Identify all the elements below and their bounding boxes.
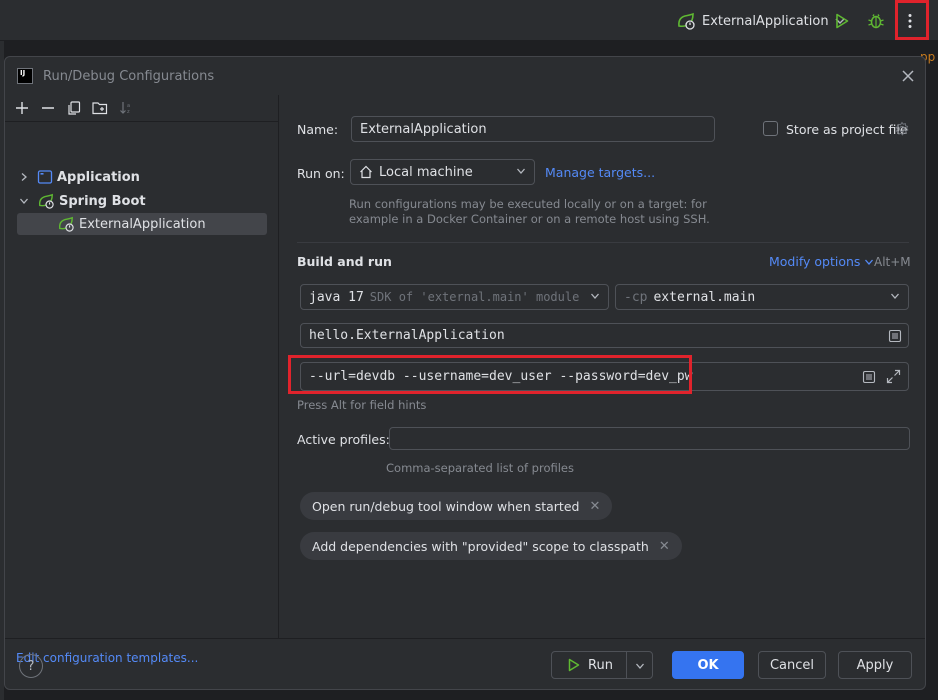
remove-option-icon[interactable]: ✕	[589, 499, 600, 514]
main-class-field[interactable]: hello.ExternalApplication	[300, 323, 909, 348]
background-editor-right	[926, 41, 938, 700]
active-profiles-field[interactable]	[389, 427, 910, 450]
browse-icon[interactable]	[888, 329, 902, 343]
add-configuration-button[interactable]	[11, 97, 33, 119]
run-config-name: ExternalApplication	[702, 13, 829, 29]
run-on-value: Local machine	[379, 164, 473, 180]
program-arguments-value: --url=devdb --username=dev_user --passwo…	[309, 369, 693, 384]
run-on-dropdown[interactable]: Local machine	[350, 159, 535, 185]
tree-item-spring-boot[interactable]: Spring Boot	[19, 190, 146, 212]
modify-options-shortcut: Alt+M	[874, 255, 911, 269]
browse-icon[interactable]	[862, 370, 876, 384]
play-icon	[836, 13, 849, 29]
dialog-title: Run/Debug Configurations	[43, 68, 215, 84]
spring-boot-icon	[678, 12, 695, 30]
chevron-down-icon	[865, 259, 874, 265]
name-field[interactable]: ExternalApplication	[351, 116, 715, 142]
dialog-footer: ? Run OK Cancel Apply	[5, 638, 925, 689]
run-on-hint: Run configurations may be executed local…	[349, 197, 710, 227]
jdk-dropdown[interactable]: java 17 SDK of 'external.main' module	[300, 284, 609, 310]
main-class-value: hello.ExternalApplication	[309, 328, 505, 343]
manage-targets-link[interactable]: Manage targets...	[545, 165, 655, 180]
dialog-title-bar: IJ Run/Debug Configurations	[5, 57, 925, 95]
option-tag-provided-scope[interactable]: Add dependencies with "provided" scope t…	[300, 532, 682, 560]
option-tag-label: Add dependencies with "provided" scope t…	[312, 538, 649, 554]
chevron-down-icon	[517, 168, 525, 174]
more-options-button[interactable]	[896, 7, 924, 35]
chevron-down-icon	[20, 198, 28, 204]
tree-toolbar: a z	[5, 95, 278, 122]
option-tag-label: Open run/debug tool window when started	[312, 498, 580, 514]
minus-icon	[42, 107, 54, 109]
build-and-run-title: Build and run	[297, 254, 392, 269]
tree-item-label: Spring Boot	[59, 193, 146, 209]
help-button[interactable]: ?	[19, 654, 43, 678]
jdk-hint: SDK of 'external.main' module	[369, 290, 580, 304]
intellij-logo-icon: IJ	[17, 68, 33, 84]
tree-item-external-application[interactable]: ExternalApplication	[57, 213, 206, 235]
plus-icon	[16, 102, 28, 114]
apply-button[interactable]: Apply	[838, 651, 912, 679]
split-divider	[626, 652, 627, 678]
run-debug-configurations-dialog: IJ Run/Debug Configurations a z Applicat…	[4, 56, 926, 690]
ide-toolbar: ExternalApplication	[0, 0, 938, 41]
tree-item-label: Application	[57, 169, 140, 185]
program-arguments-field[interactable]: --url=devdb --username=dev_user --passwo…	[300, 362, 909, 391]
spring-boot-icon	[58, 216, 74, 232]
sort-icon: a z	[120, 102, 130, 115]
name-label: Name:	[297, 122, 339, 137]
new-folder-button[interactable]	[89, 97, 111, 119]
bug-icon	[868, 14, 884, 29]
expand-icon[interactable]	[886, 369, 901, 384]
active-profiles-label: Active profiles:	[297, 432, 390, 447]
play-icon	[568, 658, 580, 672]
field-hints-text: Press Alt for field hints	[297, 398, 427, 412]
chevron-right-icon	[21, 173, 27, 181]
classpath-value: external.main	[653, 289, 756, 305]
remove-configuration-button[interactable]	[37, 97, 59, 119]
section-separator	[297, 242, 909, 243]
gear-icon[interactable]	[894, 121, 910, 137]
close-icon[interactable]	[899, 67, 917, 85]
run-config-selector[interactable]: ExternalApplication	[670, 8, 851, 34]
option-tag-open-tool-window[interactable]: Open run/debug tool window when started …	[300, 492, 613, 520]
copy-configuration-button[interactable]	[63, 97, 85, 119]
folder-plus-icon	[92, 102, 108, 115]
configurations-tree-panel: a z Application Spring Boot ExternalAppl…	[5, 95, 279, 665]
sort-button[interactable]: a z	[115, 97, 137, 119]
classpath-dropdown[interactable]: -cp external.main	[615, 284, 909, 310]
home-icon	[360, 165, 372, 179]
run-split-button[interactable]: Run	[551, 651, 653, 679]
chevron-down-icon	[891, 293, 899, 299]
ok-button[interactable]: OK	[672, 651, 744, 679]
more-vertical-icon	[908, 14, 912, 28]
run-on-hint-line-1: Run configurations may be executed local…	[349, 197, 707, 211]
classpath-prefix: -cp	[624, 289, 648, 305]
debug-button[interactable]	[862, 7, 890, 35]
modify-options-label: Modify options	[769, 254, 861, 269]
copy-icon	[68, 101, 81, 115]
store-as-project-file-label: Store as project file	[786, 122, 908, 137]
store-as-project-file-checkbox[interactable]	[763, 121, 778, 136]
svg-text:z: z	[127, 109, 130, 115]
tree-item-application[interactable]: Application	[19, 166, 140, 188]
chevron-down-icon	[591, 293, 599, 299]
modify-options-button[interactable]: Modify options	[769, 254, 874, 269]
tree-item-label: ExternalApplication	[79, 216, 206, 232]
cancel-button[interactable]: Cancel	[758, 651, 826, 679]
active-profiles-hint: Comma-separated list of profiles	[386, 461, 574, 475]
application-icon	[37, 170, 53, 184]
run-on-label: Run on:	[297, 166, 345, 181]
configuration-form: Name: ExternalApplication Store as proje…	[280, 95, 925, 638]
jdk-version: java 17	[309, 289, 364, 305]
run-button[interactable]	[828, 7, 856, 35]
run-button-label: Run	[588, 657, 613, 673]
remove-option-icon[interactable]: ✕	[659, 539, 670, 554]
chevron-down-icon[interactable]	[635, 661, 645, 671]
run-on-hint-line-2: example in a Docker Container or on a re…	[349, 212, 710, 226]
spring-boot-icon	[38, 193, 54, 209]
